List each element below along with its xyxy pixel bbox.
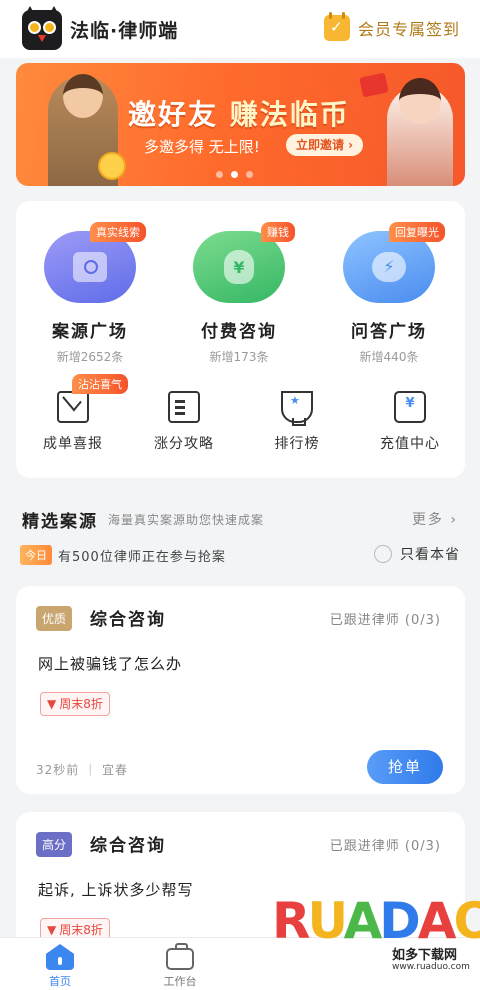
app-title: 法临·律师端 (70, 20, 179, 42)
trophy-icon (281, 391, 313, 426)
service-name: 付费咨询 (201, 322, 277, 342)
tab-home[interactable]: 首页 (20, 944, 100, 989)
local-only-label: 只看本省 (400, 547, 460, 563)
red-envelope-icon (359, 72, 389, 98)
service-name: 问答广场 (351, 322, 427, 342)
service-paid-consult[interactable]: 赚钱 ¥ 付费咨询 新增173条 (179, 222, 299, 365)
down-arrow-icon: ▼ (47, 697, 57, 711)
case-city: 宜春 (101, 763, 128, 777)
tool-label: 涨分攻略 (154, 436, 214, 452)
service-count: 新增2652条 (56, 350, 124, 364)
case-question: 网上被骗钱了怎么办 (38, 655, 183, 673)
case-card[interactable]: 高分 综合咨询 已跟进律师 (0/3) 起诉, 上诉状多少帮写 ▼ 周末8折 (16, 812, 465, 952)
carousel-dot[interactable] (216, 171, 223, 178)
section-description: 海量真实案源助您快速成案 (108, 513, 265, 527)
top-bar: 法临·律师端 会员专属签到 (0, 0, 480, 58)
banner-headline-a: 邀好友 (128, 98, 219, 131)
follow-status: 已跟进律师 (0/3) (329, 839, 441, 854)
money-bag-icon: 赚钱 ¥ (193, 222, 295, 303)
service-count: 新增173条 (209, 350, 269, 364)
discount-tag: ▼ 周末8折 (40, 692, 110, 716)
chat-bubble-icon: 回复曝光 ⚡ (343, 222, 445, 303)
featured-header: 精选案源 海量真实案源助您快速成案 更多 › (22, 507, 462, 533)
banner-headline-b: 赚法临币 (229, 98, 350, 131)
level-badge: 高分 (36, 832, 73, 857)
section-title: 精选案源 (22, 512, 98, 532)
tool-label: 成单喜报 (43, 436, 103, 452)
case-type: 综合咨询 (90, 836, 166, 856)
notice-bar: 今日 有500位律师正在参与抢案 只看本省 (20, 543, 462, 567)
member-signin-button[interactable]: 会员专属签到 (323, 12, 460, 44)
discount-text: 周末8折 (59, 697, 103, 711)
case-time: 32秒前 (36, 763, 80, 777)
service-name: 案源广场 (52, 322, 128, 342)
service-qa-square[interactable]: 回复曝光 ⚡ 问答广场 新增440条 (329, 222, 449, 365)
grab-case-button[interactable]: 抢单 (367, 750, 443, 784)
radio-circle-icon[interactable] (374, 545, 392, 563)
owl-logo-icon (22, 6, 62, 50)
tab-label: 首页 (49, 975, 71, 988)
signin-label: 会员专属签到 (357, 20, 460, 39)
wallet-icon: ¥ (394, 391, 426, 423)
more-link[interactable]: 更多 › (412, 509, 458, 529)
service-case-square[interactable]: 真实线索 案源广场 新增2652条 (30, 222, 150, 365)
lawyer-illustration-female (387, 78, 453, 186)
case-card[interactable]: 优质 综合咨询 已跟进律师 (0/3) 网上被骗钱了怎么办 ▼ 周末8折 32秒… (16, 586, 465, 794)
service-tag: 真实线索 (90, 222, 146, 242)
tab-workbench[interactable]: 工作台 (140, 943, 220, 989)
more-label: 更多 (411, 512, 444, 528)
carousel-dots (216, 171, 253, 178)
coin-icon (98, 152, 126, 180)
bottom-tab-bar: 首页 工作台 (0, 937, 480, 990)
tool-score-guide[interactable]: 涨分攻略 (129, 391, 239, 453)
tool-leaderboard[interactable]: 排行榜 (242, 391, 352, 453)
tab-label: 工作台 (163, 975, 197, 988)
document-icon (168, 391, 200, 423)
carousel-dot[interactable] (246, 171, 253, 178)
carousel-dot-active[interactable] (231, 171, 238, 178)
tool-label: 充值中心 (380, 436, 440, 452)
calendar-check-icon (323, 12, 350, 41)
service-tag: 回复曝光 (389, 222, 445, 242)
tool-badge: 沾沾喜气 (72, 374, 128, 394)
service-tag: 赚钱 (261, 222, 295, 242)
notice-text: 有500位律师正在参与抢案 (58, 550, 226, 565)
invite-now-button[interactable]: 立即邀请 › (286, 134, 364, 156)
envelope-icon (57, 391, 89, 423)
promo-banner[interactable]: 邀好友 赚法临币 多邀多得 无上限! 立即邀请 › (16, 63, 465, 186)
level-badge: 优质 (36, 606, 73, 631)
follow-status: 已跟进律师 (0/3) (329, 613, 441, 628)
service-count: 新增440条 (359, 350, 419, 364)
tool-deal-news[interactable]: 沾沾喜气 成单喜报 (18, 374, 128, 453)
today-tag: 今日 (20, 545, 52, 565)
banner-headline: 邀好友 赚法临币 (128, 93, 350, 133)
case-question: 起诉, 上诉状多少帮写 (38, 881, 194, 899)
local-only-toggle[interactable]: 只看本省 (374, 544, 460, 564)
chevron-right-icon: › (450, 512, 458, 528)
home-icon (46, 944, 74, 970)
case-type: 综合咨询 (90, 610, 166, 630)
tool-recharge[interactable]: ¥ 充值中心 (355, 391, 465, 453)
search-card-icon: 真实线索 (44, 222, 146, 303)
case-meta: 32秒前 ｜ 宜春 (36, 763, 128, 777)
briefcase-icon (166, 943, 194, 970)
tool-label: 排行榜 (274, 436, 320, 452)
banner-subtitle: 多邀多得 无上限! (144, 138, 260, 156)
